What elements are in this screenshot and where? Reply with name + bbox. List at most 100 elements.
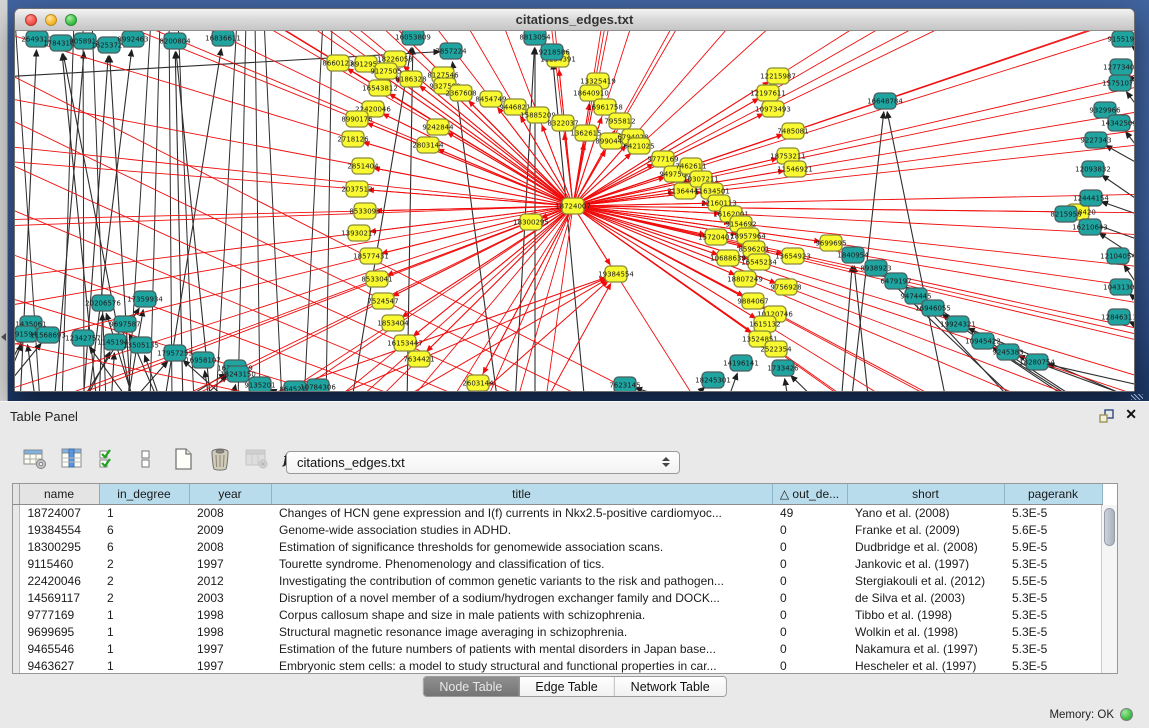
table-select-dropdown[interactable]: citations_edges.txt — [286, 451, 680, 474]
node-12215987[interactable]: 12215987 — [760, 68, 796, 84]
column-header-title[interactable]: title — [271, 484, 772, 504]
table-row[interactable]: 1938455462009Genome-wide association stu… — [13, 521, 1102, 538]
column-header-name[interactable]: name — [19, 484, 99, 504]
svg-text:2803144: 2803144 — [412, 142, 444, 150]
node-9699695[interactable]: 9699695 — [815, 235, 846, 251]
node-7524547[interactable]: 7524547 — [367, 293, 398, 309]
svg-text:13505135: 13505135 — [123, 342, 159, 350]
node-2851404[interactable]: 2851404 — [347, 158, 379, 174]
table-row[interactable]: 911546021997Tourette syndrome. Phenomeno… — [13, 555, 1102, 572]
node-table[interactable]: namein_degreeyeartitle△ out_de...shortpa… — [12, 483, 1118, 674]
node-7955812[interactable]: 7955812 — [604, 113, 635, 129]
table-row[interactable]: 969969511998Structural magnetic resonanc… — [13, 623, 1102, 640]
table-row[interactable]: 946362711997Embryonic stem cells: a mode… — [13, 657, 1102, 674]
tab-network-table[interactable]: Network Table — [615, 677, 726, 696]
node-15751074[interactable]: 15751074 — [1102, 75, 1134, 91]
show-column-icon[interactable] — [57, 445, 87, 473]
select-all-icon[interactable] — [94, 445, 124, 473]
node-9884067[interactable]: 9884067 — [737, 293, 768, 309]
node-2603144[interactable]: 2603144 — [462, 375, 494, 391]
node-13930217[interactable]: 13930217 — [341, 225, 377, 241]
node-9135201[interactable]: 9135201 — [244, 377, 275, 391]
svg-text:8660123: 8660123 — [322, 60, 353, 68]
node-7857224[interactable]: 7857224 — [435, 43, 467, 59]
node-9697587[interactable]: 9697587 — [109, 316, 140, 332]
rows-icon[interactable] — [131, 445, 161, 473]
node-8660123[interactable]: 8660123 — [322, 55, 353, 71]
network-window[interactable]: citations_edges.txt 18724007183002958660… — [14, 8, 1135, 392]
node-2803144[interactable]: 2803144 — [412, 137, 444, 153]
tab-node-table[interactable]: Node Table — [423, 677, 519, 696]
node-12846311[interactable]: 12846311 — [1101, 309, 1134, 325]
node-2037513[interactable]: 2037513 — [341, 181, 372, 197]
node-8215958[interactable]: 8215958 — [1050, 206, 1081, 222]
svg-text:7955812: 7955812 — [604, 118, 635, 126]
node-2522354[interactable]: 2522354 — [760, 341, 792, 357]
scrollbar-thumb[interactable] — [1104, 508, 1115, 546]
table-row[interactable]: 1456911722003Disruption of a novel membe… — [13, 589, 1102, 606]
node-9227343[interactable]: 9227343 — [1080, 132, 1111, 148]
node-1853404[interactable]: 1853404 — [377, 315, 409, 331]
float-panel-icon[interactable] — [1099, 409, 1115, 423]
node-12773408[interactable]: 12773408 — [1103, 59, 1134, 75]
node-8992463[interactable]: 8992463 — [117, 31, 148, 47]
node-7485081[interactable]: 7485081 — [777, 123, 808, 139]
node-8533093[interactable]: 8533093 — [349, 203, 380, 219]
collapse-panel-arrow-icon[interactable] — [1, 333, 6, 341]
column-header-pagerank[interactable]: pagerank — [1004, 484, 1102, 504]
node-8200804[interactable]: 8200804 — [159, 33, 191, 49]
node-18300295[interactable]: 18300295 — [513, 214, 549, 230]
node-12093832[interactable]: 12093832 — [1075, 161, 1111, 177]
cell-title: Tourette syndrome. Phenomenology and cla… — [271, 555, 772, 572]
cell-short: Yano et al. (2008) — [847, 504, 1004, 521]
node-18245301[interactable]: 18245301 — [695, 372, 731, 388]
node-9155193[interactable]: 9155193 — [1107, 31, 1134, 47]
table-row[interactable]: 977716911998Corpus callosum shape and si… — [13, 606, 1102, 623]
table-row[interactable]: 946554611997Estimation of the future num… — [13, 640, 1102, 657]
node-1840954[interactable]: 1840954 — [837, 247, 869, 263]
node-2718126[interactable]: 2718126 — [337, 131, 369, 147]
node-8322037[interactable]: 8322037 — [547, 115, 578, 131]
node-16153447[interactable]: 16153447 — [387, 335, 423, 351]
window-titlebar[interactable]: citations_edges.txt — [15, 9, 1134, 31]
node-8186328[interactable]: 8186328 — [395, 71, 426, 87]
node-12104054[interactable]: 12104054 — [1100, 248, 1134, 264]
node-6479197[interactable]: 6479197 — [880, 273, 911, 289]
new-table-icon[interactable] — [168, 445, 198, 473]
node-10431303[interactable]: 10431303 — [1103, 279, 1134, 295]
svg-text:1615132: 1615132 — [749, 321, 780, 329]
table-row[interactable]: 1830029562008Estimation of significance … — [13, 538, 1102, 555]
table-scrollbar[interactable] — [1101, 505, 1117, 673]
node-9777169[interactable]: 9777169 — [647, 151, 678, 167]
node-10945422[interactable]: 10945422 — [965, 333, 1001, 349]
node-16053809[interactable]: 16053809 — [395, 31, 431, 45]
node-2367608[interactable]: 2367608 — [445, 85, 476, 101]
table-row[interactable]: 2242004622012Investigating the contribut… — [13, 572, 1102, 589]
node-18577431[interactable]: 18577431 — [353, 248, 389, 264]
node-12197611[interactable]: 12197611 — [750, 85, 786, 101]
close-panel-icon[interactable]: ✕ — [1125, 406, 1137, 423]
column-header-out_de[interactable]: △ out_de... — [772, 484, 847, 504]
splitter-grip-icon[interactable] — [1131, 394, 1143, 400]
node-7623145[interactable]: 7623145 — [609, 377, 640, 391]
table-settings-icon[interactable] — [20, 445, 50, 473]
svg-text:9884067: 9884067 — [737, 298, 768, 306]
node-8533041[interactable]: 8533041 — [361, 271, 392, 287]
node-10784306[interactable]: 10784306 — [300, 379, 336, 391]
node-17359934[interactable]: 17359934 — [127, 291, 163, 307]
node-1615132[interactable]: 1615132 — [749, 316, 780, 332]
delete-rows-trash-icon[interactable] — [205, 445, 235, 473]
column-header-short[interactable]: short — [847, 484, 1004, 504]
node-8813054[interactable]: 8813054 — [519, 31, 551, 45]
column-header-year[interactable]: year — [189, 484, 271, 504]
svg-text:7634421: 7634421 — [403, 356, 434, 364]
network-view-canvas[interactable]: 1872400718300295866012389129541822605891… — [15, 31, 1134, 391]
column-header-in_degree[interactable]: in_degree — [99, 484, 189, 504]
node-7634421[interactable]: 7634421 — [403, 351, 434, 367]
node-6421025[interactable]: 6421025 — [623, 138, 654, 154]
svg-text:2851404: 2851404 — [347, 163, 379, 171]
node-9756928[interactable]: 9756928 — [770, 279, 801, 295]
tab-edge-table[interactable]: Edge Table — [519, 677, 614, 696]
table-row[interactable]: 1872400712008Changes of HCN gene express… — [13, 504, 1102, 521]
node-14196141[interactable]: 14196141 — [723, 355, 759, 371]
